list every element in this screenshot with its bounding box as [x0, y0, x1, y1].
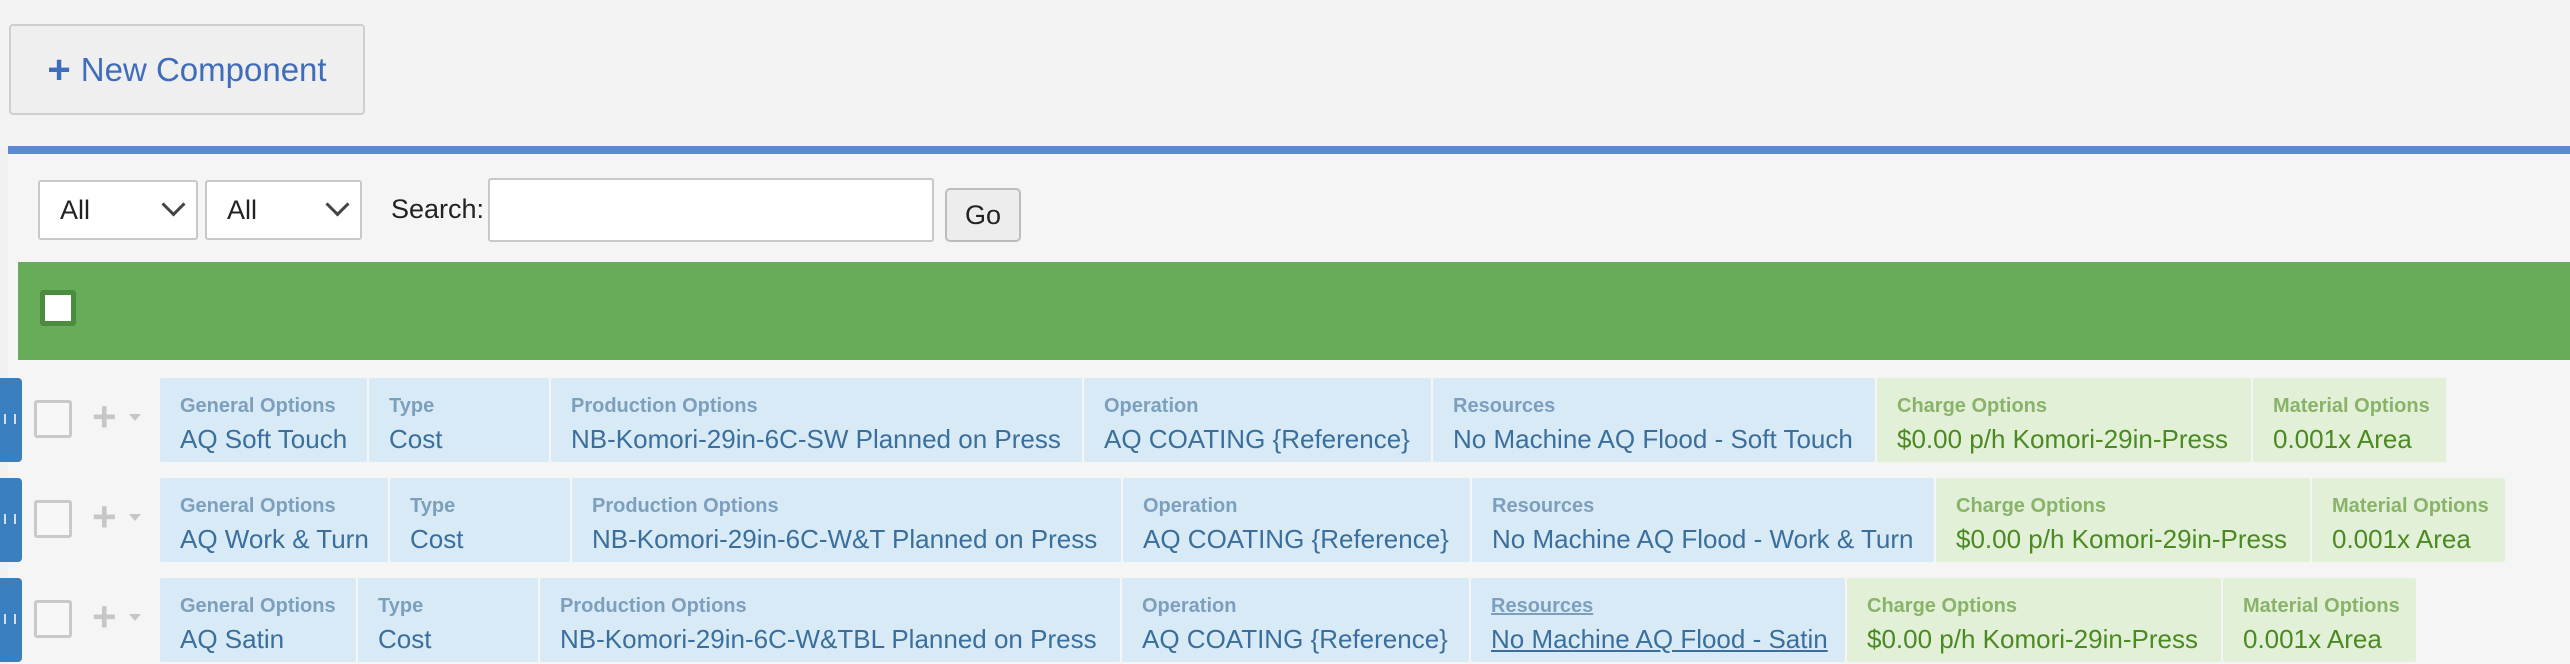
- operation-value: AQ COATING {Reference}: [1142, 624, 1448, 654]
- type-label: Type: [378, 595, 424, 617]
- chevron-down-icon: [161, 192, 186, 217]
- charge-options-label: Charge Options: [1956, 495, 2107, 517]
- resources-cell[interactable]: Resources No Machine AQ Flood - Soft Tou…: [1433, 378, 1875, 462]
- production-options-label: Production Options: [560, 595, 747, 617]
- plus-icon: +: [47, 47, 71, 92]
- type-value: Cost: [389, 424, 443, 454]
- charge-options-value: $0.00 p/h Komori-29in-Press: [1956, 524, 2287, 554]
- filter-bar: All All Search: Go: [8, 154, 2570, 260]
- row-checkbox[interactable]: [34, 500, 72, 538]
- operation-value: AQ COATING {Reference}: [1104, 424, 1410, 454]
- charge-options-label: Charge Options: [1867, 595, 2018, 617]
- resources-label: Resources: [1453, 395, 1556, 417]
- table-header-bar: [18, 262, 2570, 360]
- material-options-cell[interactable]: Material Options 0.001x Area: [2253, 378, 2446, 462]
- production-options-cell[interactable]: Production Options NB-Komori-29in-6C-W&T…: [540, 578, 1120, 662]
- type-label: Type: [410, 495, 456, 517]
- top-toolbar: + New Component: [0, 0, 2570, 146]
- type-value: Cost: [410, 524, 464, 554]
- production-options-label: Production Options: [592, 495, 779, 517]
- resources-label: Resources: [1492, 495, 1595, 517]
- operation-cell[interactable]: Operation AQ COATING {Reference}: [1122, 578, 1469, 662]
- charge-options-cell[interactable]: Charge Options $0.00 p/h Komori-29in-Pre…: [1936, 478, 2310, 562]
- general-options-value: AQ Work & Turn: [180, 524, 369, 554]
- operation-value: AQ COATING {Reference}: [1143, 524, 1449, 554]
- caret-down-icon[interactable]: [129, 614, 141, 621]
- general-options-value: AQ Satin: [180, 624, 285, 654]
- production-options-label: Production Options: [571, 395, 758, 417]
- drag-handle-icon[interactable]: [0, 578, 22, 662]
- select-all-checkbox[interactable]: [40, 290, 76, 326]
- general-options-label: General Options: [180, 395, 336, 417]
- general-options-label: General Options: [180, 495, 336, 517]
- general-options-label: General Options: [180, 595, 336, 617]
- type-cell[interactable]: Type Cost: [358, 578, 538, 662]
- add-icon[interactable]: +: [92, 396, 117, 438]
- material-options-value: 0.001x Area: [2243, 624, 2382, 654]
- charge-options-cell[interactable]: Charge Options $0.00 p/h Komori-29in-Pre…: [1877, 378, 2251, 462]
- general-options-value: AQ Soft Touch: [180, 424, 348, 454]
- filter-select-2-value: All: [227, 194, 258, 225]
- filter-select-2[interactable]: All: [205, 180, 362, 240]
- caret-down-icon[interactable]: [129, 414, 141, 421]
- component-row: + General Options AQ Satin Type Cost Pro…: [0, 578, 2570, 662]
- type-value: Cost: [378, 624, 432, 654]
- general-options-cell[interactable]: General Options AQ Satin: [160, 578, 356, 662]
- chevron-down-icon: [325, 192, 350, 217]
- production-options-value: NB-Komori-29in-6C-SW Planned on Press: [571, 424, 1061, 454]
- resources-cell[interactable]: Resources No Machine AQ Flood - Work & T…: [1472, 478, 1934, 562]
- go-button[interactable]: Go: [945, 188, 1021, 242]
- material-options-cell[interactable]: Material Options 0.001x Area: [2223, 578, 2416, 662]
- type-label: Type: [389, 395, 435, 417]
- resources-value: No Machine AQ Flood - Satin: [1491, 624, 1828, 654]
- filter-select-1-value: All: [60, 194, 91, 225]
- charge-options-label: Charge Options: [1897, 395, 2048, 417]
- type-cell[interactable]: Type Cost: [390, 478, 570, 562]
- resources-value: No Machine AQ Flood - Work & Turn: [1492, 524, 1914, 554]
- go-button-label: Go: [964, 199, 1002, 230]
- component-row: + General Options AQ Work & Turn Type Co…: [0, 478, 2570, 562]
- row-checkbox[interactable]: [34, 600, 72, 638]
- operation-label: Operation: [1143, 495, 1238, 517]
- material-options-value: 0.001x Area: [2273, 424, 2412, 454]
- charge-options-value: $0.00 p/h Komori-29in-Press: [1897, 424, 2228, 454]
- material-options-label: Material Options: [2243, 595, 2400, 617]
- material-options-label: Material Options: [2332, 495, 2489, 517]
- components-panel: All All Search: Go + General Options AQ …: [0, 146, 2570, 664]
- operation-label: Operation: [1104, 395, 1199, 417]
- production-options-value: NB-Komori-29in-6C-W&TBL Planned on Press: [560, 624, 1097, 654]
- production-options-value: NB-Komori-29in-6C-W&T Planned on Press: [592, 524, 1098, 554]
- resources-value: No Machine AQ Flood - Soft Touch: [1453, 424, 1853, 454]
- operation-cell[interactable]: Operation AQ COATING {Reference}: [1084, 378, 1431, 462]
- production-options-cell[interactable]: Production Options NB-Komori-29in-6C-SW …: [551, 378, 1082, 462]
- caret-down-icon[interactable]: [129, 514, 141, 521]
- charge-options-value: $0.00 p/h Komori-29in-Press: [1867, 624, 2198, 654]
- row-checkbox[interactable]: [34, 400, 72, 438]
- add-icon[interactable]: +: [92, 596, 117, 638]
- resources-label: Resources: [1491, 595, 1594, 617]
- drag-handle-icon[interactable]: [0, 378, 22, 462]
- material-options-label: Material Options: [2273, 395, 2430, 417]
- production-options-cell[interactable]: Production Options NB-Komori-29in-6C-W&T…: [572, 478, 1121, 562]
- operation-label: Operation: [1142, 595, 1237, 617]
- operation-cell[interactable]: Operation AQ COATING {Reference}: [1123, 478, 1470, 562]
- new-component-button[interactable]: + New Component: [9, 24, 365, 115]
- search-label: Search:: [391, 194, 485, 224]
- type-cell[interactable]: Type Cost: [369, 378, 549, 462]
- filter-select-1[interactable]: All: [38, 180, 198, 240]
- drag-handle-icon[interactable]: [0, 478, 22, 562]
- material-options-cell[interactable]: Material Options 0.001x Area: [2312, 478, 2505, 562]
- add-icon[interactable]: +: [92, 496, 117, 538]
- resources-cell[interactable]: Resources No Machine AQ Flood - Satin: [1471, 578, 1845, 662]
- general-options-cell[interactable]: General Options AQ Soft Touch: [160, 378, 367, 462]
- material-options-value: 0.001x Area: [2332, 524, 2471, 554]
- search-input[interactable]: [488, 178, 934, 242]
- component-row: + General Options AQ Soft Touch Type Cos…: [0, 378, 2570, 462]
- new-component-label: New Component: [80, 50, 327, 88]
- general-options-cell[interactable]: General Options AQ Work & Turn: [160, 478, 388, 562]
- charge-options-cell[interactable]: Charge Options $0.00 p/h Komori-29in-Pre…: [1847, 578, 2221, 662]
